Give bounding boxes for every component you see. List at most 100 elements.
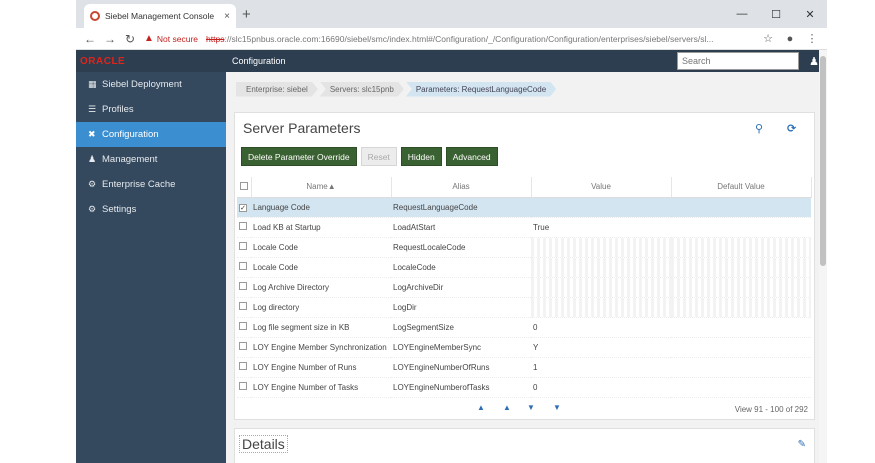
- row-checkbox[interactable]: [239, 282, 247, 290]
- cell-name: Locale Code: [251, 237, 391, 258]
- first-page-icon[interactable]: ▲: [477, 403, 485, 412]
- breadcrumb-parameters[interactable]: Parameters: RequestLanguageCode: [406, 82, 556, 97]
- column-header-name[interactable]: Name▲: [251, 177, 392, 198]
- table-row[interactable]: Log file segment size in KB LogSegmentSiz…: [237, 317, 811, 338]
- row-select-cell[interactable]: [237, 297, 251, 318]
- table-row[interactable]: LOY Engine Number of Tasks LOYEngineNumbe…: [237, 377, 811, 398]
- account-icon[interactable]: ●: [779, 33, 801, 45]
- delete-parameter-override-button[interactable]: Delete Parameter Override: [241, 147, 357, 166]
- row-checkbox[interactable]: [239, 322, 247, 330]
- sidebar-item-label: Management: [102, 154, 158, 165]
- column-header-default-value[interactable]: Default Value: [671, 177, 812, 198]
- cell-name: Log Archive Directory: [251, 277, 391, 298]
- table-row[interactable]: Load KB at Startup LoadAtStart True: [237, 217, 811, 238]
- search-icon[interactable]: ⚲: [755, 122, 763, 135]
- button-row: Delete Parameter Override Reset Hidden A…: [241, 147, 502, 166]
- table-row[interactable]: LOY Engine Member Synchronization LOYEngi…: [237, 337, 811, 358]
- table-row[interactable]: ✓ Language Code RequestLanguageCode: [237, 197, 811, 218]
- column-header-value[interactable]: Value: [531, 177, 672, 198]
- close-window-button[interactable]: ✕: [793, 0, 827, 28]
- row-select-cell[interactable]: [237, 357, 251, 378]
- row-select-cell[interactable]: [237, 217, 251, 238]
- cell-alias: LocaleCode: [391, 257, 531, 278]
- sidebar-item-configuration[interactable]: ✖ Configuration: [76, 122, 226, 147]
- table-row[interactable]: Locale Code LocaleCode: [237, 257, 811, 278]
- column-header-alias[interactable]: Alias: [391, 177, 532, 198]
- table-row[interactable]: Log directory LogDir: [237, 297, 811, 318]
- sidebar-item-management[interactable]: ♟ Management: [76, 147, 226, 172]
- search-input[interactable]: [677, 52, 799, 70]
- breadcrumb-enterprise[interactable]: Enterprise: siebel: [236, 82, 318, 97]
- cell-default-value: [671, 357, 811, 378]
- minimize-button[interactable]: —: [725, 0, 759, 28]
- row-checkbox[interactable]: [239, 382, 247, 390]
- cell-name: Language Code: [251, 197, 391, 218]
- row-select-cell[interactable]: [237, 377, 251, 398]
- maximize-button[interactable]: ☐: [759, 0, 793, 28]
- table-row[interactable]: Log Archive Directory LogArchiveDir: [237, 277, 811, 298]
- hidden-button[interactable]: Hidden: [400, 147, 442, 166]
- reload-icon[interactable]: ↻: [120, 32, 140, 46]
- back-icon[interactable]: ←: [80, 32, 100, 46]
- refresh-icon[interactable]: ⟳: [787, 122, 796, 135]
- next-page-icon[interactable]: ▼: [527, 403, 535, 412]
- pager-info: View 91 - 100 of 292: [734, 405, 808, 414]
- url-field[interactable]: ▲ Not secure https://slc15pnbus.oracle.c…: [144, 30, 757, 48]
- users-icon: ♟: [88, 154, 97, 164]
- oracle-favicon-icon: [90, 11, 100, 21]
- edit-pencil-icon[interactable]: ✎: [798, 439, 806, 450]
- select-all-cell[interactable]: [237, 177, 252, 198]
- table-header-row: Name▲ Alias Value Default Value: [237, 177, 812, 198]
- row-checkbox[interactable]: [239, 302, 247, 310]
- scrollbar-thumb[interactable]: [820, 56, 826, 266]
- select-all-checkbox[interactable]: [239, 181, 248, 190]
- sidebar-item-enterprise-cache[interactable]: ⚙ Enterprise Cache: [76, 172, 226, 197]
- sidebar-item-settings[interactable]: ⚙ Settings: [76, 197, 226, 222]
- row-select-cell[interactable]: [237, 317, 251, 338]
- row-select-cell[interactable]: [237, 237, 251, 258]
- row-checkbox[interactable]: [239, 222, 247, 230]
- row-checkbox[interactable]: [239, 362, 247, 370]
- row-checkbox[interactable]: ✓: [239, 203, 247, 212]
- tab-close-icon[interactable]: ×: [224, 11, 230, 22]
- page-scrollbar[interactable]: [819, 50, 827, 463]
- sidebar-item-profiles[interactable]: ☰ Profiles: [76, 97, 226, 122]
- cell-alias: LogSegmentSize: [391, 317, 531, 338]
- row-select-cell[interactable]: [237, 277, 251, 298]
- cell-value: 0: [531, 317, 671, 338]
- forward-icon[interactable]: →: [100, 32, 120, 46]
- url-rest: ://slc15pnbus.oracle.com:16690/siebel/sm…: [224, 33, 714, 44]
- bookmark-star-icon[interactable]: ☆: [757, 32, 779, 45]
- new-tab-button[interactable]: +: [242, 6, 251, 23]
- cell-value: 0: [531, 377, 671, 398]
- prev-page-icon[interactable]: ▲: [503, 403, 511, 412]
- row-select-cell[interactable]: [237, 257, 251, 278]
- row-checkbox[interactable]: [239, 242, 247, 250]
- warning-icon: ▲: [144, 33, 154, 44]
- cell-alias: LogArchiveDir: [391, 277, 531, 298]
- browser-menu-icon[interactable]: ⋮: [801, 32, 823, 45]
- address-bar: ← → ↻ ▲ Not secure https://slc15pnbus.or…: [76, 28, 827, 50]
- cell-value: True: [531, 217, 671, 238]
- sidebar-item-siebel-deployment[interactable]: ▦ Siebel Deployment: [76, 72, 226, 97]
- row-select-cell[interactable]: ✓: [237, 197, 251, 218]
- reset-button[interactable]: Reset: [360, 147, 397, 166]
- app-header: ORACLE Configuration ♟: [76, 50, 827, 72]
- cell-default-value: [671, 217, 811, 238]
- browser-tab[interactable]: Siebel Management Console ×: [84, 4, 236, 28]
- advanced-button[interactable]: Advanced: [445, 147, 498, 166]
- row-checkbox[interactable]: [239, 262, 247, 270]
- cell-default-value: [671, 277, 811, 298]
- last-page-icon[interactable]: ▼: [553, 403, 561, 412]
- table-row[interactable]: LOY Engine Number of Runs LOYEngineNumber…: [237, 357, 811, 378]
- not-secure-label[interactable]: Not secure: [157, 34, 198, 44]
- table-row[interactable]: Locale Code RequestLocaleCode: [237, 237, 811, 258]
- sidebar-item-label: Settings: [102, 204, 137, 215]
- row-checkbox[interactable]: [239, 342, 247, 350]
- cell-name: LOY Engine Number of Runs: [251, 357, 391, 378]
- row-select-cell[interactable]: [237, 337, 251, 358]
- sidebar-item-label: Enterprise Cache: [102, 179, 176, 190]
- breadcrumb-servers[interactable]: Servers: slc15pnb: [320, 82, 404, 97]
- url-text: https://slc15pnbus.oracle.com:16690/sieb…: [206, 34, 713, 44]
- cell-name: Log file segment size in KB: [251, 317, 391, 338]
